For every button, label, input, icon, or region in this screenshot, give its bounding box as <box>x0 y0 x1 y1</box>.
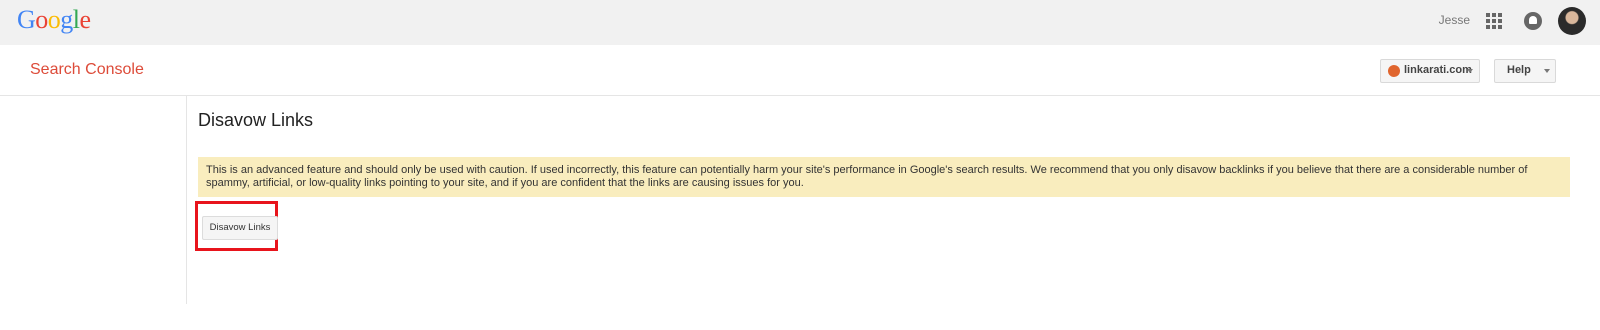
page-title: Disavow Links <box>198 110 314 130</box>
logo-letter-g: G <box>17 5 36 34</box>
logo-letter-e: e <box>79 5 92 34</box>
site-selector[interactable]: linkarati.com <box>1380 59 1480 83</box>
site-selector-label: linkarati.com <box>1404 64 1472 76</box>
search-console-header: Search Console linkarati.com Help <box>0 45 1600 96</box>
apps-icon[interactable] <box>1486 13 1502 29</box>
logo-letter-g2: g <box>60 5 73 34</box>
sidebar <box>0 96 187 304</box>
chevron-down-icon <box>1544 69 1550 73</box>
top-bar: Google Jesse <box>0 0 1600 45</box>
help-label: Help <box>1507 64 1531 76</box>
warning-banner: This is an advanced feature and should o… <box>198 157 1570 197</box>
google-logo[interactable]: Google <box>17 5 91 35</box>
help-button[interactable]: Help <box>1494 59 1556 83</box>
account-username[interactable]: Jesse <box>1439 13 1470 27</box>
logo-letter-o2: o <box>47 5 61 34</box>
avatar[interactable] <box>1558 7 1586 35</box>
chevron-down-icon <box>1467 69 1473 73</box>
disavow-links-button[interactable]: Disavow Links <box>202 216 278 240</box>
logo-letter-o1: o <box>35 5 48 34</box>
logo-letter-l: l <box>72 5 80 34</box>
notifications-icon[interactable] <box>1524 12 1542 30</box>
product-title[interactable]: Search Console <box>30 61 144 79</box>
warning-text: This is an advanced feature and should o… <box>206 164 1528 189</box>
site-favicon-icon <box>1388 65 1400 77</box>
